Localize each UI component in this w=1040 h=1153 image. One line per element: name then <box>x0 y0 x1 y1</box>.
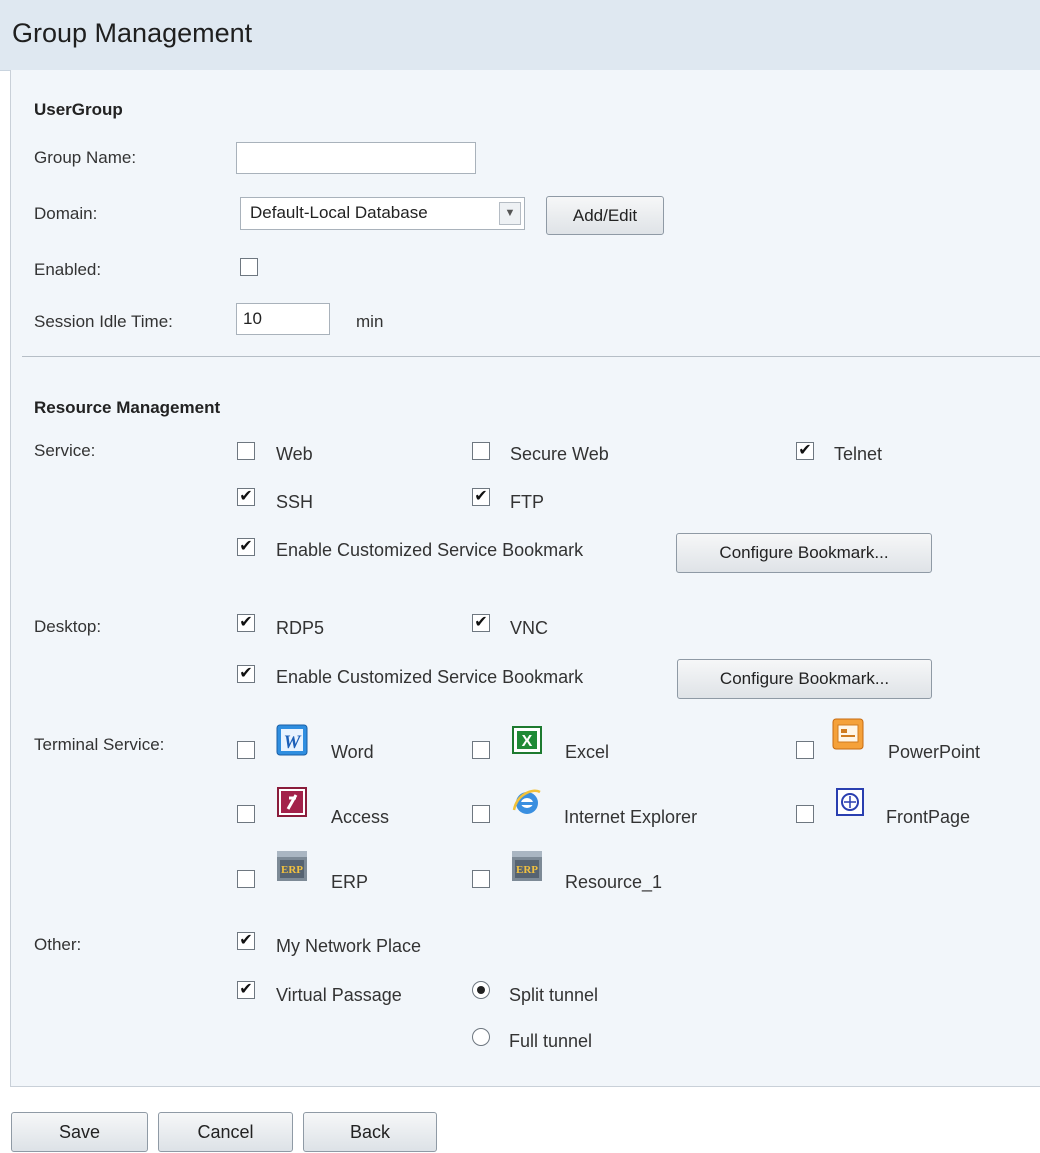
service-telnet-checkbox[interactable]: ✔ <box>796 442 814 460</box>
page-header: Group Management <box>0 0 1040 71</box>
svg-text:ERP: ERP <box>516 864 538 876</box>
frontpage-icon <box>836 788 864 816</box>
terminal-internet-explorer-checkbox[interactable] <box>472 805 490 823</box>
terminal-internet-explorer-label: Internet Explorer <box>564 807 698 827</box>
my-network-place-checkbox[interactable]: ✔ <box>237 932 255 950</box>
domain-label: Domain: <box>34 204 98 223</box>
terminal-word-checkbox[interactable] <box>237 741 255 759</box>
terminal-frontpage-checkbox[interactable] <box>796 805 814 823</box>
terminal-word-label: Word <box>331 742 374 762</box>
terminal-service-label: Terminal Service: <box>34 735 165 754</box>
my-network-place-label: My Network Place <box>276 936 422 956</box>
session-idle-time-label: Session Idle Time: <box>34 312 173 331</box>
erp-icon: ERP <box>512 851 542 881</box>
page-title: Group Management <box>12 18 253 48</box>
terminal-powerpoint-checkbox[interactable] <box>796 741 814 759</box>
desktop-bookmark-checkbox[interactable]: ✔ <box>237 665 255 683</box>
usergroup-section-title: UserGroup <box>34 100 123 119</box>
service-ssh-checkbox[interactable]: ✔ <box>237 488 255 506</box>
add-edit-button[interactable]: Add/Edit <box>546 196 664 235</box>
access-icon <box>277 787 307 817</box>
word-icon: W <box>276 724 308 756</box>
enabled-label: Enabled: <box>34 260 102 279</box>
resource-management-section-title: Resource Management <box>34 398 221 417</box>
other-label: Other: <box>34 935 82 954</box>
service-bookmark-checkbox[interactable]: ✔ <box>237 538 255 556</box>
terminal-frontpage-label: FrontPage <box>886 807 971 827</box>
terminal-erp-label: ERP <box>331 872 369 892</box>
full-tunnel-radio[interactable] <box>472 1028 490 1046</box>
chevron-down-icon[interactable]: ▼ <box>499 202 521 225</box>
session-idle-time-input[interactable] <box>236 303 330 335</box>
desktop-label: Desktop: <box>34 617 102 636</box>
virtual-passage-label: Virtual Passage <box>276 985 402 1005</box>
cancel-button[interactable]: Cancel <box>158 1112 293 1152</box>
radio-selected-dot <box>477 986 485 994</box>
service-configure-bookmark-button[interactable]: Configure Bookmark... <box>676 533 932 573</box>
terminal-excel-checkbox[interactable] <box>472 741 490 759</box>
service-telnet-label: Telnet <box>834 444 883 464</box>
split-tunnel-label: Split tunnel <box>509 985 599 1005</box>
service-secure-web-checkbox[interactable] <box>472 442 490 460</box>
domain-select[interactable]: Default-Local Database ▼ <box>240 197 525 230</box>
desktop-vnc-checkbox[interactable]: ✔ <box>472 614 490 632</box>
service-label: Service: <box>34 441 96 460</box>
group-name-label: Group Name: <box>34 148 137 167</box>
internet-explorer-icon <box>512 789 541 814</box>
service-web-checkbox[interactable] <box>237 442 255 460</box>
excel-icon: X <box>512 726 542 754</box>
desktop-bookmark-label: Enable Customized Service Bookmark <box>276 667 584 687</box>
terminal-access-checkbox[interactable] <box>237 805 255 823</box>
terminal-erp-checkbox[interactable] <box>237 870 255 888</box>
save-button[interactable]: Save <box>11 1112 148 1152</box>
svg-text:ERP: ERP <box>281 864 303 876</box>
terminal-resource-1-checkbox[interactable] <box>472 870 490 888</box>
desktop-configure-bookmark-button[interactable]: Configure Bookmark... <box>677 659 932 699</box>
session-idle-unit: min <box>356 312 384 331</box>
svg-text:W: W <box>284 732 302 753</box>
group-management-panel <box>10 70 1040 1087</box>
service-ssh-label: SSH <box>276 492 314 512</box>
back-button[interactable]: Back <box>303 1112 437 1152</box>
svg-text:X: X <box>522 733 533 750</box>
virtual-passage-checkbox[interactable]: ✔ <box>237 981 255 999</box>
split-tunnel-radio[interactable] <box>472 981 490 999</box>
service-web-label: Web <box>276 444 313 464</box>
service-secure-web-label: Secure Web <box>510 444 609 464</box>
service-ftp-label: FTP <box>510 492 544 512</box>
domain-selected-value: Default-Local Database <box>250 203 428 222</box>
erp-icon: ERP <box>277 851 307 881</box>
desktop-vnc-label: VNC <box>510 618 549 638</box>
service-ftp-checkbox[interactable]: ✔ <box>472 488 490 506</box>
terminal-excel-label: Excel <box>565 742 610 762</box>
desktop-rdp5-checkbox[interactable]: ✔ <box>237 614 255 632</box>
section-divider <box>22 356 1040 357</box>
terminal-access-label: Access <box>331 807 390 827</box>
desktop-rdp5-label: RDP5 <box>276 618 325 638</box>
group-name-input[interactable] <box>236 142 476 174</box>
terminal-resource-1-label: Resource_1 <box>565 872 663 892</box>
enabled-checkbox[interactable] <box>240 258 258 276</box>
service-bookmark-label: Enable Customized Service Bookmark <box>276 540 584 560</box>
powerpoint-icon <box>832 718 864 750</box>
full-tunnel-label: Full tunnel <box>509 1031 593 1051</box>
terminal-powerpoint-label: PowerPoint <box>888 742 981 762</box>
